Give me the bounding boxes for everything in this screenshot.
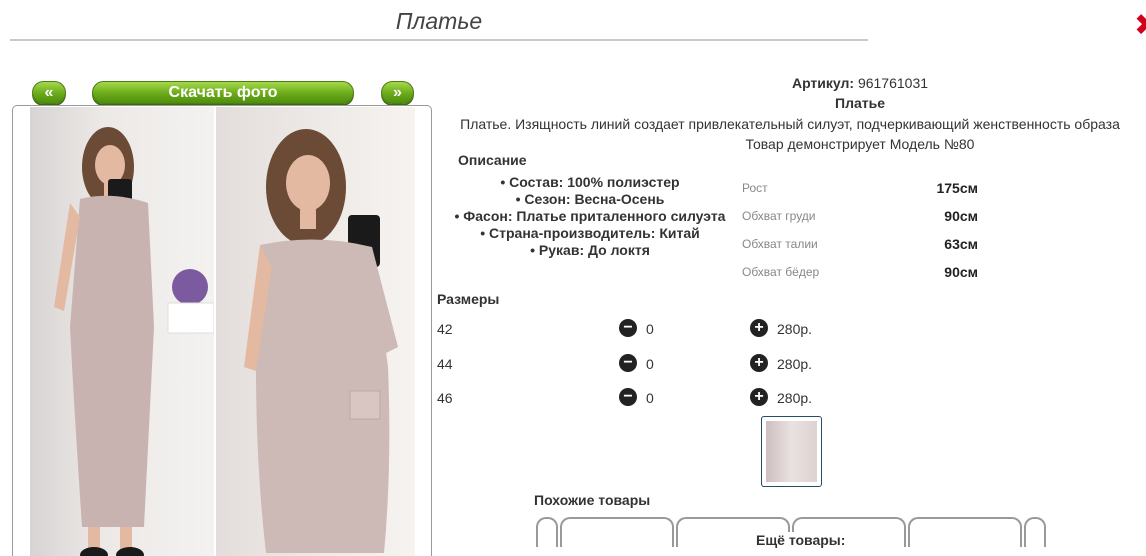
size-row: 46 − 0 + 280р. <box>437 387 837 409</box>
attribute-item: • Фасон: Платье приталенного силуэта <box>454 208 726 224</box>
sizes-heading: Размеры <box>437 291 500 307</box>
plus-circle-icon[interactable]: + <box>750 354 768 372</box>
product-description: Платье. Изящность линий создает привлека… <box>460 116 1120 132</box>
product-photo[interactable] <box>30 107 214 556</box>
measurement-label: Обхват талии <box>742 237 818 251</box>
minus-circle-icon[interactable]: − <box>619 388 637 406</box>
close-icon[interactable]: ✖ <box>1134 11 1146 42</box>
next-photo-button[interactable]: » <box>381 81 414 104</box>
product-name: Платье <box>835 95 885 111</box>
similar-product-card[interactable] <box>908 517 1022 547</box>
attribute-item: • Сезон: Весна-Осень <box>515 191 665 207</box>
title-divider <box>10 39 868 41</box>
quantity-value: 0 <box>646 356 654 372</box>
measurement-value: 63см <box>944 236 978 252</box>
measurement-row: Обхват груди 90см <box>742 204 978 224</box>
attribute-item: • Состав: 100% полиэстер <box>500 174 680 190</box>
measurement-label: Рост <box>742 181 768 195</box>
size-label: 44 <box>437 356 453 372</box>
carousel-prev-button[interactable] <box>536 517 558 547</box>
measurement-row: Рост 175см <box>742 176 978 196</box>
plus-circle-icon[interactable]: + <box>750 319 768 337</box>
measurement-value: 175см <box>936 180 978 196</box>
prev-photo-button[interactable]: « <box>32 81 66 104</box>
measurement-label: Обхват бёдер <box>742 265 820 279</box>
measurement-value: 90см <box>944 208 978 224</box>
dress-model-figure <box>54 127 214 556</box>
page-title: Платье <box>395 8 483 34</box>
size-row: 42 − 0 + 280р. <box>437 318 837 340</box>
attribute-item: • Рукав: До локтя <box>530 242 650 258</box>
model-note: Товар демонстрирует Модель №80 <box>745 136 975 152</box>
download-photo-button[interactable]: Скачать фото <box>92 81 354 104</box>
plus-circle-icon[interactable]: + <box>750 388 768 406</box>
measurement-row: Обхват талии 63см <box>742 232 978 252</box>
quantity-value: 0 <box>646 321 654 337</box>
similar-products-heading: Похожие товары <box>534 492 651 508</box>
measurement-row: Обхват бёдер 90см <box>742 260 978 280</box>
product-photo[interactable] <box>216 107 415 556</box>
attribute-list: • Состав: 100% полиэстер • Сезон: Весна-… <box>440 174 740 259</box>
dress-model-figure <box>244 129 398 553</box>
size-label: 42 <box>437 321 453 337</box>
description-heading: Описание <box>458 152 527 168</box>
article-label: Артикул: <box>791 75 855 91</box>
attribute-item: • Страна-производитель: Китай <box>480 225 700 241</box>
size-price: 280р. <box>777 356 813 372</box>
quantity-value: 0 <box>646 390 654 406</box>
thumbnail-image <box>766 421 817 482</box>
size-price: 280р. <box>777 390 813 406</box>
size-price: 280р. <box>777 321 813 337</box>
size-label: 46 <box>437 390 453 406</box>
product-photo-frame <box>12 105 432 556</box>
size-row: 44 − 0 + 280р. <box>437 353 837 375</box>
minus-circle-icon[interactable]: − <box>619 319 637 337</box>
article-value: 961761031 <box>857 75 929 91</box>
carousel-next-button[interactable] <box>1024 517 1046 547</box>
article-line: Артикул: 961761031 <box>440 75 1146 91</box>
photo-thumbnail[interactable] <box>761 416 822 487</box>
similar-product-card[interactable] <box>560 517 674 547</box>
minus-circle-icon[interactable]: − <box>619 354 637 372</box>
measurement-value: 90см <box>944 264 978 280</box>
more-products-heading: Ещё товары: <box>754 532 848 548</box>
measurement-label: Обхват груди <box>742 209 816 223</box>
